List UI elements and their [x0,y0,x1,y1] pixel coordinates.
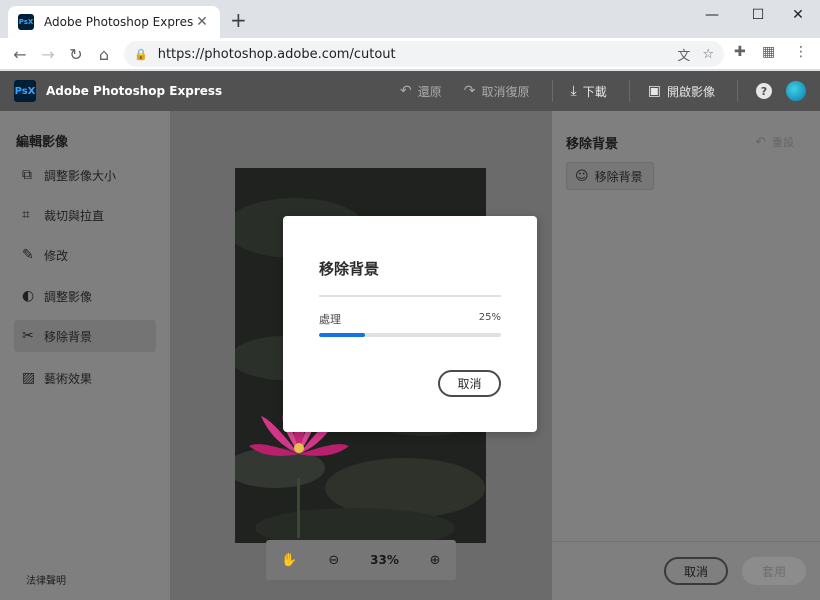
undo-icon: ↶ [400,83,412,99]
sidebar-item-label: 調整影像 [44,289,93,304]
dialog-title: 移除背景 [319,260,380,278]
open-image-label: 開啟影像 [666,84,715,99]
sidebar-item-label: 修改 [44,248,69,263]
open-image-button[interactable]: ▣ 開啟影像 [648,83,715,100]
minimize-icon[interactable]: — [690,0,734,30]
profile-icon[interactable]: ▦ [762,44,775,60]
psx-logo-icon: PsX [14,80,36,102]
reset-button[interactable]: ↶ 重設 [755,134,794,150]
apply-button[interactable]: 套用 [742,557,806,585]
sidebar-item-art-effects[interactable]: ▨ 藝術效果 [14,362,156,394]
undo-label: 還原 [417,84,442,99]
new-tab-icon[interactable]: + [230,10,247,30]
progress-label: 處理 [319,313,341,326]
progress-bar-fill [319,333,365,337]
panel-title: 移除背景 [566,137,619,152]
crop-icon: ⌗ [22,207,30,223]
redo-label: 取消復原 [481,84,530,99]
psx-favicon-icon: PsX [18,14,34,30]
download-button[interactable]: ⤓ 下載 [571,83,607,100]
browser-tab-strip: PsX Adobe Photoshop Express ✕ + — ☐ ✕ [0,0,820,38]
browser-toolbar: ← → ↻ ⌂ 🔒 https://photoshop.adobe.com/cu… [0,38,820,70]
address-bar[interactable]: 🔒 https://photoshop.adobe.com/cutout 文 ☆ [124,41,724,67]
person-icon: ☺ [575,168,589,184]
dialog-cancel-button[interactable]: 取消 [438,370,501,397]
art-effects-icon: ▨ [22,370,36,386]
sidebar-item-label: 移除背景 [44,329,93,344]
scissors-icon: ✂ [22,328,34,344]
left-panel: 編輯影像 ⧉ 調整影像大小 ⌗ 裁切與拉直 ✎ 修改 ◐ 調整影像 ✂ 移除背景… [0,111,170,600]
progress-bar [319,333,501,337]
bookmark-star-icon[interactable]: ☆ [702,47,714,62]
home-icon[interactable]: ⌂ [92,42,116,66]
url-text: https://photoshop.adobe.com/cutout [157,46,396,62]
back-icon[interactable]: ← [8,42,32,66]
panel-title: 編輯影像 [16,135,69,150]
window-close-icon[interactable]: ✕ [776,0,820,30]
bandage-icon: ✎ [22,247,34,263]
zoom-level: 33% [370,553,399,567]
download-label: 下載 [582,84,607,99]
reset-label: 重設 [772,136,794,149]
avatar[interactable] [786,81,806,101]
sidebar-item-label: 藝術效果 [44,371,93,386]
divider [737,80,738,102]
sidebar-item-label: 裁切與拉直 [44,208,105,223]
extensions-icon[interactable]: ✚ [734,44,746,60]
resize-icon: ⧉ [22,167,32,183]
tab-close-icon[interactable]: ✕ [194,14,210,30]
reset-icon: ↶ [755,134,766,150]
hand-tool-icon[interactable]: ✋ [281,553,297,568]
lock-icon: 🔒 [134,47,148,61]
header-actions: ↶ 還原 ↷ 取消復原 ⤓ 下載 ▣ 開啟影像 ? [400,71,820,111]
sidebar-item-adjust[interactable]: ◐ 調整影像 [14,280,156,312]
reload-icon[interactable]: ↻ [64,42,88,66]
sidebar-item-heal[interactable]: ✎ 修改 [14,239,156,271]
maximize-icon[interactable]: ☐ [736,0,780,30]
image-icon: ▣ [647,83,661,99]
legal-link[interactable]: 法律聲明 [26,572,66,587]
remove-background-chip[interactable]: ☺ 移除背景 [566,162,654,190]
cancel-button[interactable]: 取消 [664,557,728,585]
app-name: Adobe Photoshop Express [46,84,223,98]
progress-percent: 25% [478,312,501,323]
sidebar-item-label: 調整影像大小 [44,168,117,183]
tab-title: Adobe Photoshop Express [44,15,194,29]
chip-label: 移除背景 [594,169,643,184]
zoom-in-icon[interactable]: ⊕ [430,553,441,568]
download-icon: ⤓ [570,83,577,99]
undo-button[interactable]: ↶ 還原 [400,83,442,100]
panel-footer: 取消 套用 [552,541,820,600]
sidebar-item-resize[interactable]: ⧉ 調整影像大小 [14,159,156,191]
adjust-icon: ◐ [22,288,35,304]
divider [628,80,630,102]
progress-dialog: 移除背景 處理 25% 取消 [283,216,537,432]
sidebar-item-remove-background[interactable]: ✂ 移除背景 [14,320,156,352]
redo-icon: ↷ [463,83,476,99]
zoom-out-icon[interactable]: ⊖ [328,553,339,568]
forward-icon[interactable]: → [36,42,60,66]
redo-button[interactable]: ↷ 取消復原 [464,83,530,100]
zoom-toolbar: ✋ ⊖ 33% ⊕ [266,540,456,580]
help-icon[interactable]: ? [756,83,772,99]
translate-icon[interactable]: 文 [677,45,690,64]
app-header: PsX Adobe Photoshop Express ↶ 還原 ↷ 取消復原 … [0,71,820,111]
divider [319,295,501,297]
sidebar-item-crop[interactable]: ⌗ 裁切與拉直 [14,199,156,231]
divider [551,80,553,102]
right-panel: 移除背景 ↶ 重設 ☺ 移除背景 取消 套用 [552,111,820,600]
browser-tab[interactable]: PsX Adobe Photoshop Express ✕ [8,6,220,38]
menu-kebab-icon[interactable]: ⋮ [794,44,808,60]
